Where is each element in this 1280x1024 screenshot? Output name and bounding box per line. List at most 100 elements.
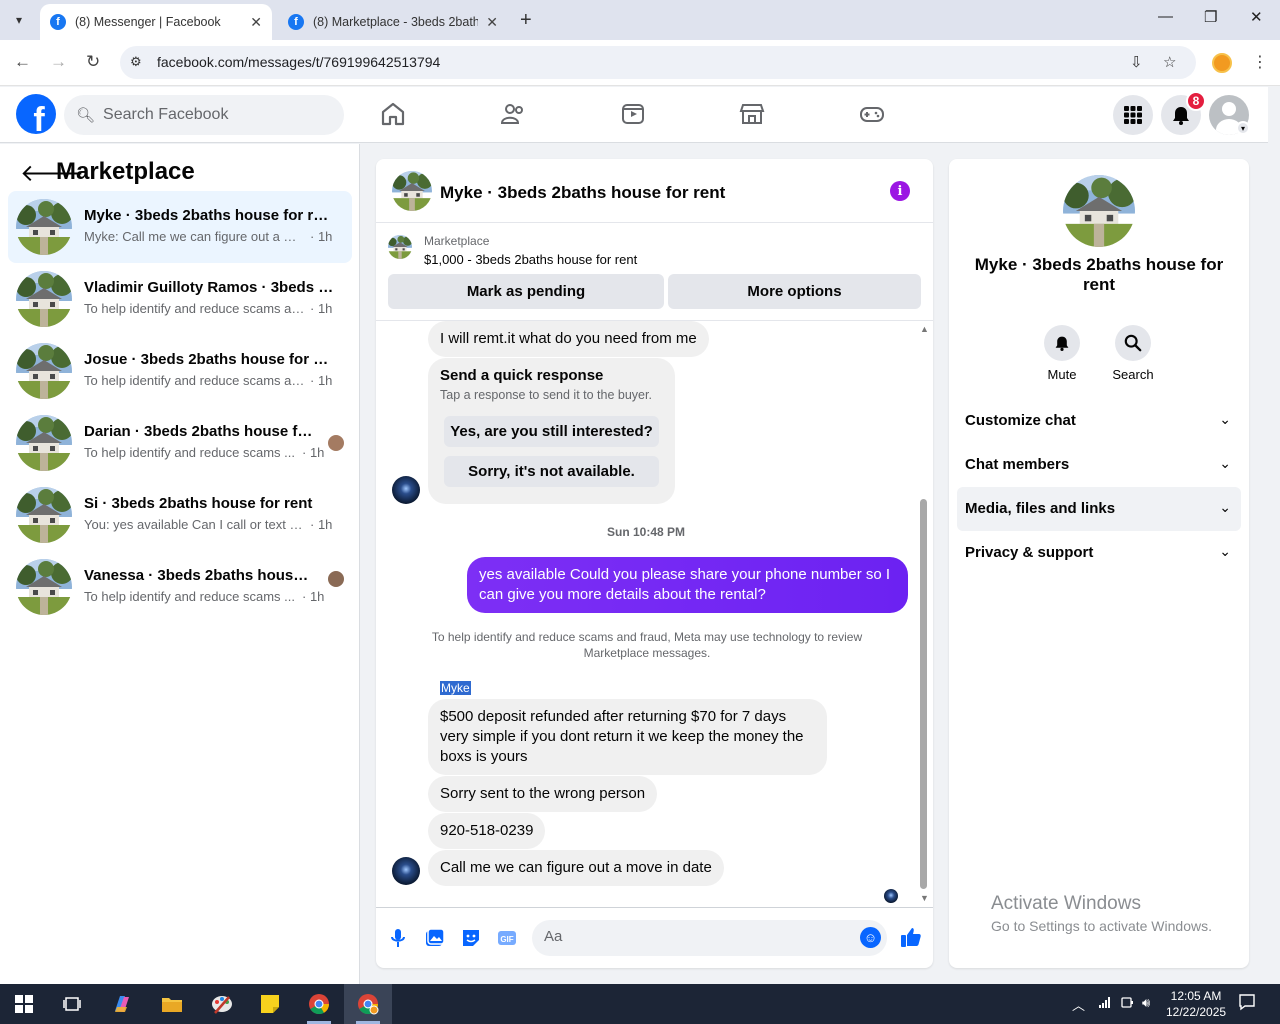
- sticky-notes-icon[interactable]: [258, 992, 282, 1016]
- close-tab-icon[interactable]: ✕: [486, 14, 498, 31]
- incoming-message: I will remt.it what do you need from me: [428, 321, 709, 357]
- network-icon[interactable]: [1098, 995, 1112, 1012]
- tab-search-dropdown[interactable]: ▾: [6, 7, 32, 33]
- site-info-icon[interactable]: ⚙: [130, 54, 142, 70]
- gif-icon[interactable]: GIF: [497, 928, 517, 953]
- search-label: Search: [1112, 367, 1154, 382]
- bell-icon[interactable]: [1044, 325, 1080, 361]
- bookmark-star-icon[interactable]: ☆: [1163, 53, 1176, 71]
- buyer-avatar: [328, 435, 344, 451]
- chrome-icon[interactable]: [307, 992, 331, 1016]
- conversation-name: Si · 3beds 2baths house for rent: [84, 495, 313, 512]
- friends-icon[interactable]: [500, 101, 526, 127]
- customize-chat-row[interactable]: Customize chat ⌄: [957, 399, 1241, 443]
- scroll-up-arrow-icon[interactable]: ▲: [920, 324, 929, 334]
- tab-title: (8) Messenger | Facebook: [75, 15, 221, 29]
- quick-response-interested-button[interactable]: Yes, are you still interested?: [444, 416, 659, 447]
- conversation-snippet: To help identify and reduce scams ...: [84, 445, 296, 460]
- copilot-icon[interactable]: [110, 992, 134, 1016]
- browser-tab-messenger[interactable]: f (8) Messenger | Facebook ✕: [40, 4, 272, 40]
- chevron-down-icon[interactable]: ▾: [1236, 121, 1250, 135]
- mute-button[interactable]: Mute: [1032, 325, 1092, 382]
- conversation-item-darian[interactable]: Darian · 3beds 2baths house for... To he…: [8, 407, 352, 479]
- search-input[interactable]: [103, 106, 324, 124]
- new-tab-icon[interactable]: +: [520, 9, 532, 32]
- video-icon[interactable]: [620, 101, 646, 127]
- info-icon[interactable]: i: [890, 181, 910, 201]
- sticker-icon[interactable]: [461, 928, 481, 953]
- conversation-item-vanessa[interactable]: Vanessa · 3beds 2baths house fo... To he…: [8, 551, 352, 623]
- message-input[interactable]: [544, 928, 844, 945]
- address-bar[interactable]: ⚙ facebook.com/messages/t/76919964251379…: [120, 46, 1196, 79]
- listing-price[interactable]: $1,000 - 3beds 2baths house for rent: [424, 252, 637, 267]
- listing-thumbnail[interactable]: [388, 235, 412, 259]
- url-text[interactable]: facebook.com/messages/t/769199642513794: [157, 54, 440, 70]
- search-icon[interactable]: [1115, 325, 1151, 361]
- forward-arrow-icon[interactable]: →: [50, 52, 67, 72]
- scroll-down-arrow-icon[interactable]: ▼: [920, 893, 929, 903]
- microphone-icon[interactable]: [391, 928, 405, 953]
- chevron-down-icon: ⌄: [1219, 455, 1231, 471]
- more-options-button[interactable]: More options: [668, 274, 921, 309]
- facebook-logo-icon[interactable]: f: [16, 94, 56, 134]
- install-app-icon[interactable]: ⇩: [1130, 53, 1143, 71]
- facebook-header: f 🔍︎ 8 ▾: [0, 87, 1268, 143]
- volume-icon[interactable]: 🔊︎: [1142, 995, 1150, 1011]
- facebook-search[interactable]: 🔍︎: [64, 95, 344, 135]
- media-files-links-row[interactable]: Media, files and links ⌄: [957, 487, 1241, 531]
- read-receipt-avatar: [884, 889, 898, 903]
- quick-response-card: Send a quick response Tap a response to …: [428, 358, 675, 504]
- facebook-favicon-icon: f: [50, 14, 66, 30]
- message-input-box[interactable]: [532, 920, 887, 956]
- show-hidden-icons-icon[interactable]: ︿: [1072, 995, 1085, 1014]
- mark-as-pending-button[interactable]: Mark as pending: [388, 274, 664, 309]
- task-view-icon[interactable]: [60, 992, 84, 1016]
- close-tab-icon[interactable]: ✕: [250, 14, 262, 31]
- chrome-profile-icon[interactable]: [356, 992, 380, 1016]
- conversation-item-vladimir[interactable]: Vladimir Guilloty Ramos · 3beds 2... To …: [8, 263, 352, 335]
- browser-tab-marketplace[interactable]: f (8) Marketplace - 3beds 2baths ✕: [278, 4, 508, 40]
- watermark-subtitle: Go to Settings to activate Windows.: [991, 918, 1212, 934]
- conversation-name: Josue · 3beds 2baths house for rent: [84, 351, 334, 368]
- chat-title[interactable]: Myke · 3beds 2baths house for rent: [440, 183, 725, 203]
- listing-thumbnail[interactable]: [1063, 175, 1135, 247]
- sender-avatar[interactable]: [392, 476, 420, 504]
- mute-label: Mute: [1047, 367, 1077, 382]
- conversation-name: Myke · 3beds 2baths house for rent: [84, 207, 334, 224]
- conversation-item-si[interactable]: Si · 3beds 2baths house for rent You: ye…: [8, 479, 352, 551]
- conversation-snippet: Myke: Call me we can figure out a mo...: [84, 229, 306, 244]
- details-title: Myke · 3beds 2baths house for rent: [974, 255, 1224, 294]
- menu-grid-icon[interactable]: [1113, 95, 1153, 135]
- restore-icon[interactable]: ❐: [1204, 8, 1217, 26]
- file-explorer-icon[interactable]: [160, 992, 184, 1016]
- photo-icon[interactable]: [425, 928, 445, 953]
- page-scrollbar[interactable]: [1268, 87, 1280, 984]
- conversation-name: Darian · 3beds 2baths house for...: [84, 423, 316, 440]
- paint-icon[interactable]: [210, 992, 234, 1016]
- browser-menu-icon[interactable]: ⋮: [1252, 52, 1268, 72]
- privacy-support-row[interactable]: Privacy & support ⌄: [957, 531, 1241, 575]
- chat-members-row[interactable]: Chat members ⌄: [957, 443, 1241, 487]
- sender-name: Myke: [440, 681, 471, 695]
- minimize-icon[interactable]: —: [1158, 8, 1173, 25]
- battery-icon[interactable]: [1120, 995, 1134, 1012]
- search-in-conversation-button[interactable]: Search: [1103, 325, 1163, 382]
- taskbar-clock[interactable]: 12:05 AM 12/22/2025: [1166, 988, 1226, 1020]
- reload-icon[interactable]: ↻: [86, 52, 100, 72]
- listing-thumbnail[interactable]: [392, 171, 432, 211]
- emoji-icon[interactable]: ☺: [860, 927, 881, 948]
- browser-profile-icon[interactable]: [1212, 53, 1232, 73]
- gaming-icon[interactable]: [859, 101, 885, 127]
- conversation-item-myke[interactable]: Myke · 3beds 2baths house for rent Myke:…: [8, 191, 352, 263]
- thumbs-up-icon[interactable]: [900, 926, 922, 954]
- home-icon[interactable]: [380, 101, 406, 127]
- notification-center-icon[interactable]: [1238, 993, 1256, 1014]
- chat-scrollbar-thumb[interactable]: [920, 499, 927, 889]
- conversation-item-josue[interactable]: Josue · 3beds 2baths house for rent To h…: [8, 335, 352, 407]
- back-arrow-icon[interactable]: ←: [14, 52, 31, 72]
- quick-response-not-available-button[interactable]: Sorry, it's not available.: [444, 456, 659, 487]
- sender-avatar[interactable]: [392, 857, 420, 885]
- window-close-icon[interactable]: ✕: [1250, 8, 1263, 26]
- windows-start-icon[interactable]: [12, 992, 36, 1016]
- marketplace-icon[interactable]: [739, 101, 765, 127]
